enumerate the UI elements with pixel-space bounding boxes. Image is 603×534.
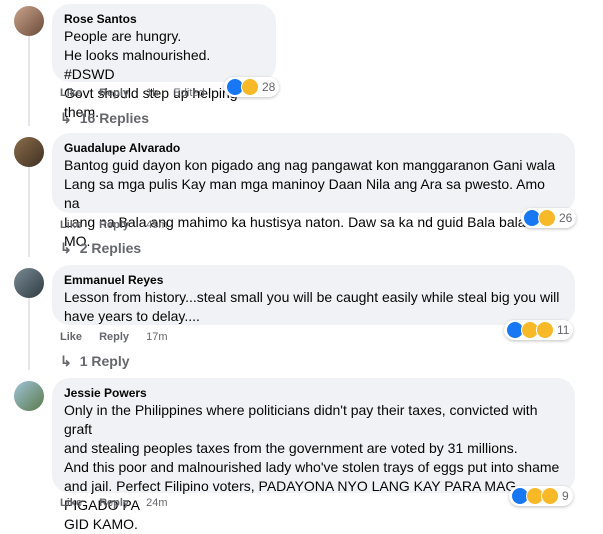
reaction-summary[interactable]: 9 (509, 486, 573, 506)
comment-bubble: Emmanuel Reyes Lesson from history...ste… (52, 265, 575, 325)
comment-bubble: Guadalupe Alvarado Bantog guid dayon kon… (52, 133, 575, 249)
reply-arrow-icon: ↳ (60, 353, 72, 369)
timestamp[interactable]: 17m (146, 331, 167, 343)
thread-line (28, 36, 30, 126)
sad-icon (538, 209, 556, 227)
like-button[interactable]: Like (60, 497, 82, 509)
comment-line: Bantog guid dayon kon pigado ang nag pan… (64, 157, 556, 173)
reply-arrow-icon: ↳ (60, 240, 72, 256)
haha-icon (536, 321, 554, 339)
thread-line (28, 165, 30, 257)
comment-line: People are hungry. (64, 28, 182, 44)
commenter-name[interactable]: Guadalupe Alvarado (64, 141, 563, 156)
comment-actions: Like Reply 24m (60, 496, 180, 510)
comment-bubble: Rose Santos People are hungry. He looks … (52, 4, 276, 120)
commenter-name[interactable]: Rose Santos (64, 12, 264, 27)
like-button[interactable]: Like (60, 87, 82, 99)
avatar[interactable] (14, 137, 44, 167)
reaction-summary[interactable]: 28 (224, 77, 280, 97)
comment-bubble: Jessie Powers Only in the Philippines wh… (52, 378, 575, 532)
avatar[interactable] (14, 6, 44, 36)
replies-label: 2 Replies (79, 240, 142, 256)
comment-line: And this poor and malnourished lady who'… (64, 459, 560, 475)
replies-label: 16 Replies (79, 110, 149, 126)
haha-icon (241, 78, 259, 96)
comment-line: GID KAMO. (64, 516, 138, 532)
reply-button[interactable]: Reply (99, 497, 129, 509)
reply-button[interactable]: Reply (99, 331, 129, 343)
thread-line (28, 296, 30, 370)
reaction-count: 28 (262, 80, 276, 94)
reply-arrow-icon: ↳ (60, 110, 72, 126)
reply-button[interactable]: Reply (99, 87, 129, 99)
commenter-name[interactable]: Emmanuel Reyes (64, 273, 563, 288)
view-replies-button[interactable]: ↳ 1 Reply (60, 352, 130, 370)
comment-line: Lang sa mga pulis Kay man mga maninoy Da… (64, 176, 545, 211)
comment-actions: Like Reply 49m (60, 218, 180, 232)
comment-actions: Like Reply 1h Edited (60, 86, 217, 100)
like-button[interactable]: Like (60, 219, 82, 231)
avatar[interactable] (14, 268, 44, 298)
timestamp[interactable]: 24m (146, 497, 167, 509)
like-button[interactable]: Like (60, 331, 82, 343)
reply-button[interactable]: Reply (99, 219, 129, 231)
reaction-count: 11 (557, 323, 570, 337)
edited-label: Edited (173, 87, 205, 99)
timestamp[interactable]: 1h (146, 87, 158, 99)
replies-label: 1 Reply (79, 353, 130, 369)
view-replies-button[interactable]: ↳ 2 Replies (60, 239, 141, 257)
haha-icon (541, 487, 559, 505)
comment-line: and stealing peoples taxes from the gove… (64, 440, 518, 456)
comment-line: Only in the Philippines where politician… (64, 402, 538, 437)
comment-actions: Like Reply 17m (60, 330, 180, 344)
timestamp[interactable]: 49m (146, 219, 167, 231)
comment-line: Lesson from history...steal small you wi… (64, 289, 560, 305)
reaction-count: 26 (559, 211, 573, 225)
reaction-count: 9 (562, 489, 569, 503)
reaction-summary[interactable]: 26 (521, 208, 577, 228)
reaction-summary[interactable]: 11 (504, 320, 574, 340)
view-replies-button[interactable]: ↳ 16 Replies (60, 109, 149, 127)
comment-line: have years to delay.... (64, 308, 200, 324)
commenter-name[interactable]: Jessie Powers (64, 386, 563, 401)
avatar[interactable] (14, 381, 44, 411)
